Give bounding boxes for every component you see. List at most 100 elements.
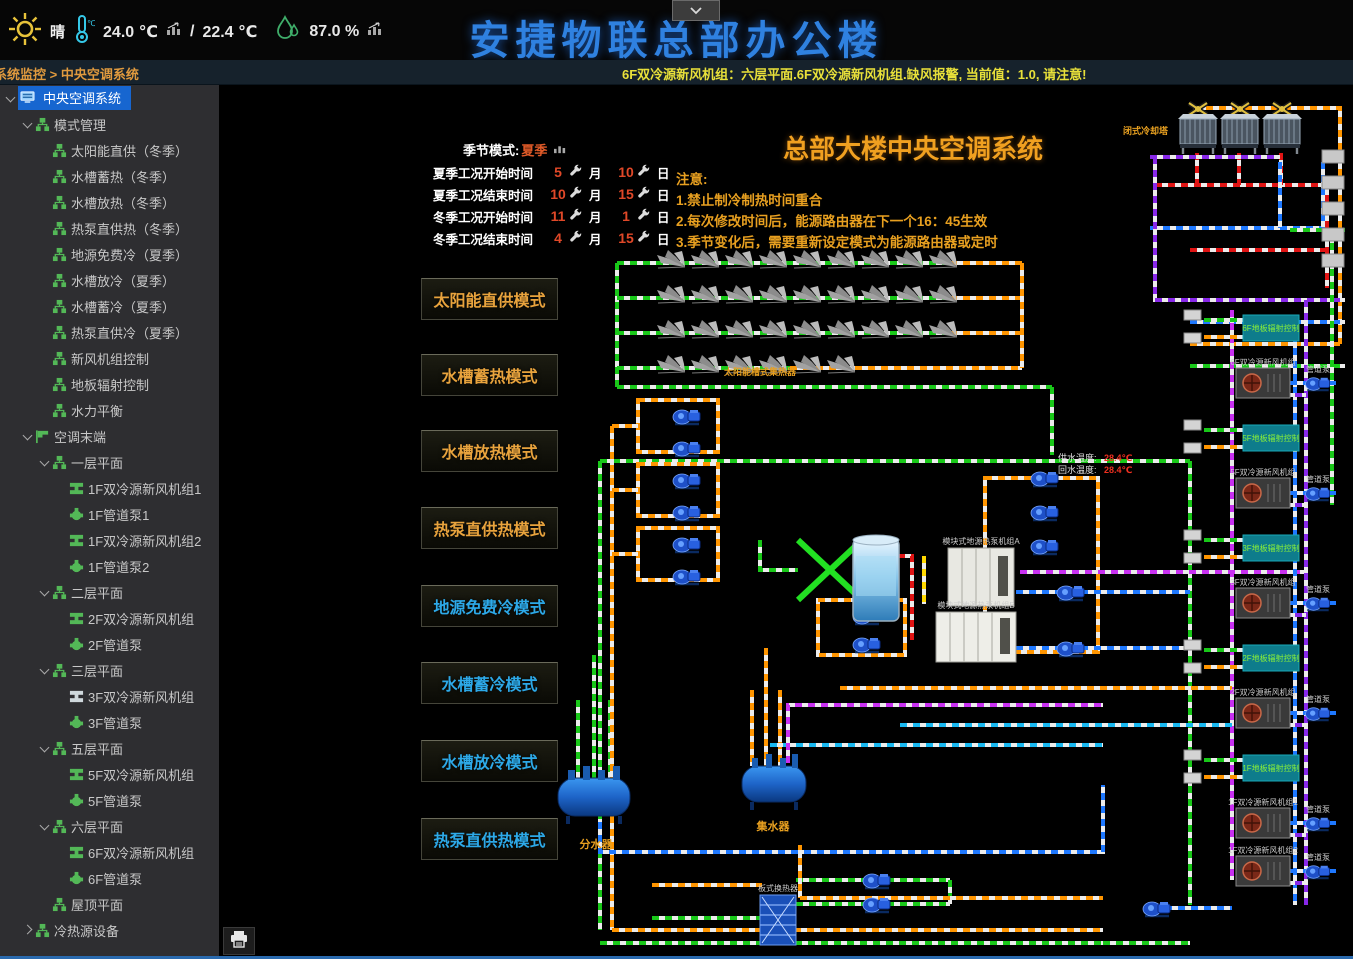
chevron-down-icon[interactable] (21, 118, 35, 130)
mode-button[interactable]: 水槽放冷模式 (421, 740, 558, 782)
tree-item[interactable]: 3F双冷源新风机组 (0, 683, 219, 709)
plate-heat-exchanger[interactable]: 板式换热器 (758, 883, 798, 945)
tree-item[interactable]: 2F双冷源新风机组 (0, 605, 219, 631)
flag-icon (35, 429, 54, 444)
tree-item[interactable]: 地源免费冷（夏季） (0, 241, 219, 267)
mini-label-box (1322, 202, 1344, 215)
tree-item[interactable]: 中央空调系统 (0, 85, 219, 111)
tree-item-label: 3F双冷源新风机组 (88, 687, 194, 706)
tree-item-label: 地板辐射控制 (71, 375, 149, 394)
tree-item[interactable]: 5F双冷源新风机组 (0, 761, 219, 787)
tree-item[interactable]: 1F双冷源新风机组1 (0, 475, 219, 501)
floor-unit[interactable]: 1F双冷源新风机组2管道泵 (1228, 845, 1330, 886)
tree-item[interactable]: 6F双冷源新风机组 (0, 839, 219, 865)
trend-icon[interactable] (553, 142, 567, 157)
mode-button[interactable]: 热泵直供热模式 (421, 507, 558, 549)
floor-unit[interactable]: 1F地板辐射控制1F双冷源新风机组1管道泵 (1184, 750, 1330, 838)
mode-button[interactable]: 水槽蓄热模式 (421, 354, 558, 396)
chevron-down-icon[interactable] (38, 664, 52, 676)
mode-button[interactable]: 水槽蓄冷模式 (421, 662, 558, 704)
breadcrumb[interactable]: 系统监控 > 中央空调系统 (0, 64, 139, 83)
tree-item-label: 2F双冷源新风机组 (88, 609, 194, 628)
collapse-header-button[interactable] (672, 0, 720, 21)
wrench-icon[interactable] (569, 230, 589, 246)
solar-collector-array[interactable] (657, 250, 957, 373)
tree-item[interactable]: 水槽放热（冬季） (0, 189, 219, 215)
tree-item[interactable]: 模式管理 (0, 111, 219, 137)
chevron-spacer (38, 326, 52, 338)
tree-item[interactable]: 2F管道泵 (0, 631, 219, 657)
tree-item-label: 热泵直供冷（夏季） (71, 323, 188, 342)
chevron-down-icon[interactable] (38, 456, 52, 468)
floor-unit[interactable]: 5F地板辐射控制5F双冷源新风机组管道泵 (1184, 420, 1330, 508)
chevron-down-icon[interactable] (4, 92, 18, 104)
tree-item[interactable]: 1F管道泵1 (0, 501, 219, 527)
season-row-label: 冬季工况结束时间 (433, 229, 547, 248)
tree-item[interactable]: 3F管道泵 (0, 709, 219, 735)
mode-button[interactable]: 水槽放热模式 (421, 430, 558, 472)
distributor-manifold[interactable]: 分水器 (558, 766, 630, 851)
selected-tree-item[interactable]: 中央空调系统 (18, 86, 131, 110)
pump-icon (69, 793, 88, 808)
tree-item[interactable]: 水槽蓄冷（夏季） (0, 293, 219, 319)
tree-item[interactable]: 六层平面 (0, 813, 219, 839)
tree-item[interactable]: 地板辐射控制 (0, 371, 219, 397)
chevron-down-icon[interactable] (38, 742, 52, 754)
chevron-right-icon[interactable] (21, 924, 35, 936)
tree-item[interactable]: 5F管道泵 (0, 787, 219, 813)
mode-button[interactable]: 地源免费冷模式 (421, 585, 558, 627)
tree-item[interactable]: 1F双冷源新风机组2 (0, 527, 219, 553)
print-button[interactable] (223, 927, 255, 955)
wrench-icon[interactable] (569, 208, 589, 224)
tree-item[interactable]: 二层平面 (0, 579, 219, 605)
tree-item[interactable]: 一层平面 (0, 449, 219, 475)
tree-item[interactable]: 水槽蓄热（冬季） (0, 163, 219, 189)
svg-text:1F双冷源新风机组1: 1F双冷源新风机组1 (1228, 797, 1298, 807)
day-value: 1 (615, 208, 637, 224)
tree-item-label: 5F管道泵 (88, 791, 142, 810)
tree-item[interactable]: 1F管道泵2 (0, 553, 219, 579)
chevron-spacer (55, 768, 69, 780)
tree-item[interactable]: 空调末端 (0, 423, 219, 449)
svg-text:管道泵: 管道泵 (1306, 694, 1330, 704)
tree-item[interactable]: 冷热源设备 (0, 917, 219, 943)
tree-item[interactable]: 6F管道泵 (0, 865, 219, 891)
wrench-icon[interactable] (569, 164, 589, 180)
chevron-spacer (55, 872, 69, 884)
mode-button[interactable]: 热泵直供热模式 (421, 818, 558, 860)
wrench-icon[interactable] (637, 208, 657, 224)
svg-text:6F地板辐射控制: 6F地板辐射控制 (1242, 323, 1299, 333)
tree-item[interactable]: 新风机组控制 (0, 345, 219, 371)
tree-item[interactable]: 五层平面 (0, 735, 219, 761)
alarm-message[interactable]: 6F双冷源新风机组：六层平面.6F双冷源新风机组.缺风报警, 当前值：1.0, … (622, 64, 1086, 83)
cooling-towers[interactable] (1178, 103, 1302, 154)
alarm-bar: 系统监控 > 中央空调系统 6F双冷源新风机组：六层平面.6F双冷源新风机组.缺… (0, 60, 1353, 85)
storage-tank[interactable] (853, 535, 899, 621)
chevron-down-icon[interactable] (21, 430, 35, 442)
sitemap-icon (52, 455, 71, 470)
tree-item[interactable]: 水力平衡 (0, 397, 219, 423)
wrench-icon[interactable] (637, 186, 657, 202)
tree-item[interactable]: 三层平面 (0, 657, 219, 683)
chevron-down-icon[interactable] (38, 820, 52, 832)
tree-item[interactable]: 热泵直供冷（夏季） (0, 319, 219, 345)
tree-item-label: 1F管道泵1 (88, 505, 149, 524)
svg-text:模块式地源热泵机组B: 模块式地源热泵机组B (937, 600, 1014, 610)
tree-item[interactable]: 水槽放冷（夏季） (0, 267, 219, 293)
mode-button[interactable]: 太阳能直供模式 (421, 278, 558, 320)
floor-unit[interactable]: 2F地板辐射控制2F双冷源新风机组管道泵 (1184, 640, 1330, 728)
pump (853, 638, 880, 652)
wrench-icon[interactable] (569, 186, 589, 202)
wrench-icon[interactable] (637, 230, 657, 246)
month-value: 10 (547, 186, 569, 202)
chiller-a[interactable]: 模块式地源热泵机组A (942, 536, 1020, 606)
chiller-b[interactable]: 模块式地源热泵机组B (936, 600, 1016, 662)
tree-item-label: 冷热源设备 (54, 921, 119, 940)
tree-item[interactable]: 热泵直供热（冬季） (0, 215, 219, 241)
chevron-down-icon[interactable] (38, 586, 52, 598)
tree-item[interactable]: 屋顶平面 (0, 891, 219, 917)
chevron-spacer (38, 248, 52, 260)
tree-item[interactable]: 太阳能直供（冬季） (0, 137, 219, 163)
chevron-down-icon (689, 2, 703, 20)
wrench-icon[interactable] (637, 164, 657, 180)
